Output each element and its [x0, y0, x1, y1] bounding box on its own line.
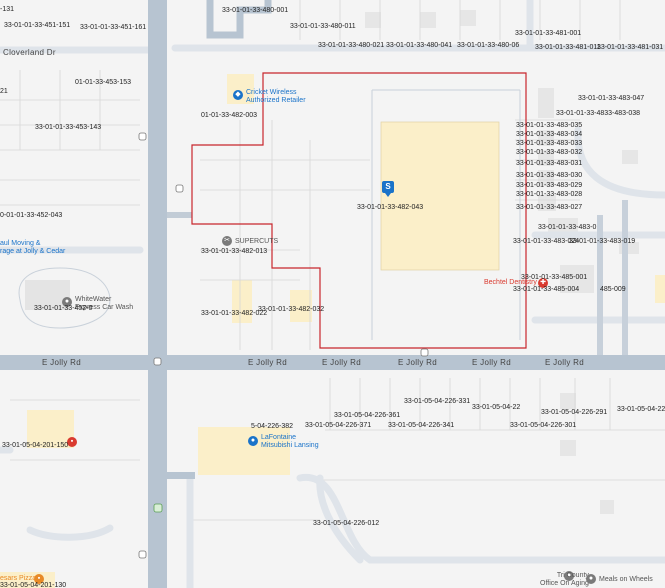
parcel-label: 33-01-05-04-226-291 — [541, 409, 608, 416]
parcel-label: 01-01-33-453-153 — [75, 79, 132, 86]
parcel-label: 33-01-01-33-482-013 — [201, 248, 268, 255]
poi-name-line: rage at Jolly & Cedar — [0, 248, 66, 255]
parcel-label: 33-01-01-33-483-033 — [516, 140, 583, 147]
road-label-cloverland: Cloverland Dr — [3, 48, 56, 57]
parcel-label: 33-01-05-04-226-301 — [510, 422, 577, 429]
salon-icon[interactable]: ✂ — [222, 236, 232, 246]
parcel-label: 33-01-01-33-483-0 — [538, 224, 597, 231]
poi-supercuts[interactable]: SUPERCUTS — [235, 238, 278, 246]
parcel-label: 01-01-33-482-003 — [201, 112, 258, 119]
road-label-jolly: E Jolly Rd — [545, 358, 585, 367]
parcel-label: 33-01-01-33-483-019 — [569, 238, 636, 245]
parcel-label: 33-01-05-04-226-012 — [313, 520, 380, 527]
parcel-label: 33-01-01-33-480-011 — [290, 23, 356, 30]
parcel-label: 33-01-01-33-483-031 — [516, 160, 583, 167]
poi-name-line: Mitsubishi Lansing — [261, 442, 319, 449]
parcel-label: 33-01-01-33-483-030 — [516, 172, 583, 179]
car-dealer-icon[interactable]: ● — [248, 436, 258, 446]
poi-name-line: WhiteWater — [75, 296, 112, 303]
poi-name-line: LaFontaine — [261, 434, 297, 441]
medical-icon[interactable]: ▪ — [67, 437, 77, 447]
parcel-label: 33-01-01-33-481-031 — [597, 44, 664, 51]
service-icon[interactable]: ● — [586, 574, 596, 584]
parcel-label: 21 — [0, 88, 8, 95]
parcel-label: 33-01-01-33-481-011 — [535, 44, 601, 51]
map-base — [0, 0, 665, 588]
poi-cricket-wireless[interactable]: Cricket Wireless Authorized Retailer — [246, 89, 306, 105]
poi-name-line: Office On Aging — [540, 580, 589, 587]
poi-name-line: aul Moving & — [0, 240, 41, 247]
parcel-label: 33-01-05-04-201-150 — [2, 442, 69, 449]
parcel-label: 33-01-01-33-4833-483-038 — [556, 110, 641, 117]
parcel-label: 33-01-01-33-482-043 — [357, 204, 424, 211]
parcel-label: 33-01-05-04-226-341 — [388, 422, 455, 429]
road-label-jolly: E Jolly Rd — [472, 358, 512, 367]
parcel-label: -131 — [0, 6, 15, 13]
parcel-label: 33-01-01-33-485-001 — [521, 274, 588, 281]
parcel-label: 33-01-01-33-483-034 — [516, 131, 583, 138]
poi-tri-county[interactable]: Tri County Office On Aging — [540, 572, 589, 588]
parcel-label: 33-01-01-33-480-041 — [386, 42, 453, 49]
road-label-jolly: E Jolly Rd — [248, 358, 288, 367]
parcel-label: 0-01-01-33-452-043 — [0, 212, 63, 219]
parcel-label: 33-01-05-04-201-130 — [0, 582, 67, 588]
poi-lafontaine[interactable]: LaFontaine Mitsubishi Lansing — [261, 434, 319, 450]
poi-name-line: Authorized Retailer — [246, 97, 306, 104]
shop-icon[interactable]: ◆ — [233, 90, 243, 100]
parcel-label: 33-01-01-33-451-151 — [4, 22, 71, 29]
parcel-label: 33-01-05-04-226-361 — [334, 412, 401, 419]
parcel-label: 33-01-01-33-483-032 — [516, 149, 583, 156]
selected-property-marker[interactable]: S — [382, 181, 394, 197]
parcel-label: 33-01-01-33-480-06 — [457, 42, 520, 49]
road-label-jolly: E Jolly Rd — [322, 358, 362, 367]
poi-uhaul[interactable]: aul Moving & rage at Jolly & Cedar — [0, 240, 65, 256]
parcel-label: 33-01-05-04-226-371 — [305, 422, 372, 429]
map-view[interactable]: Cloverland Dr E Jolly Rd E Jolly Rd E Jo… — [0, 0, 665, 588]
poi-meals-on-wheels[interactable]: Meals on Wheels — [599, 576, 653, 584]
parcel-label: 33-01-01-33-483-028 — [516, 191, 583, 198]
parcel-label: 33-01-01-33-452-0 — [34, 305, 93, 312]
parcel-label: 485-009 — [600, 286, 626, 293]
parcel-label: 33-01-01-33-480-001 — [222, 7, 289, 14]
road-label-jolly: E Jolly Rd — [398, 358, 438, 367]
parcel-label: 33-01-01-33-483-029 — [516, 182, 583, 189]
parcel-label: 33-01-01-33-485-004 — [513, 286, 580, 293]
parcel-label: 33-01-01-33-483-027 — [516, 204, 583, 211]
parcel-label: 33-01-01-33-482-032 — [258, 306, 325, 313]
parcel-label: 33-01-01-33-481-001 — [515, 30, 582, 37]
poi-name-line: Cricket Wireless — [246, 89, 297, 96]
parcel-label: 33-01-05-04-22 — [472, 404, 521, 411]
parcel-label: 33-01-01-33-451-161 — [80, 24, 147, 31]
parcel-label: 33-01-01-33-483-047 — [578, 95, 645, 102]
road-label-jolly: E Jolly Rd — [42, 358, 82, 367]
parcel-label: 33-01-01-33-453-143 — [35, 124, 102, 131]
parcel-label: 33-01-05-04-226-331 — [404, 398, 471, 405]
parcel-label: 33-01-01-33-480-021 — [318, 42, 385, 49]
parcel-label: 33-01-01-33-483-035 — [516, 122, 583, 129]
parcel-label: 5-04-226-382 — [251, 423, 294, 430]
poi-name-line: Tri County — [556, 572, 589, 579]
parcel-label: 33-01-05-04-226 — [617, 406, 665, 413]
